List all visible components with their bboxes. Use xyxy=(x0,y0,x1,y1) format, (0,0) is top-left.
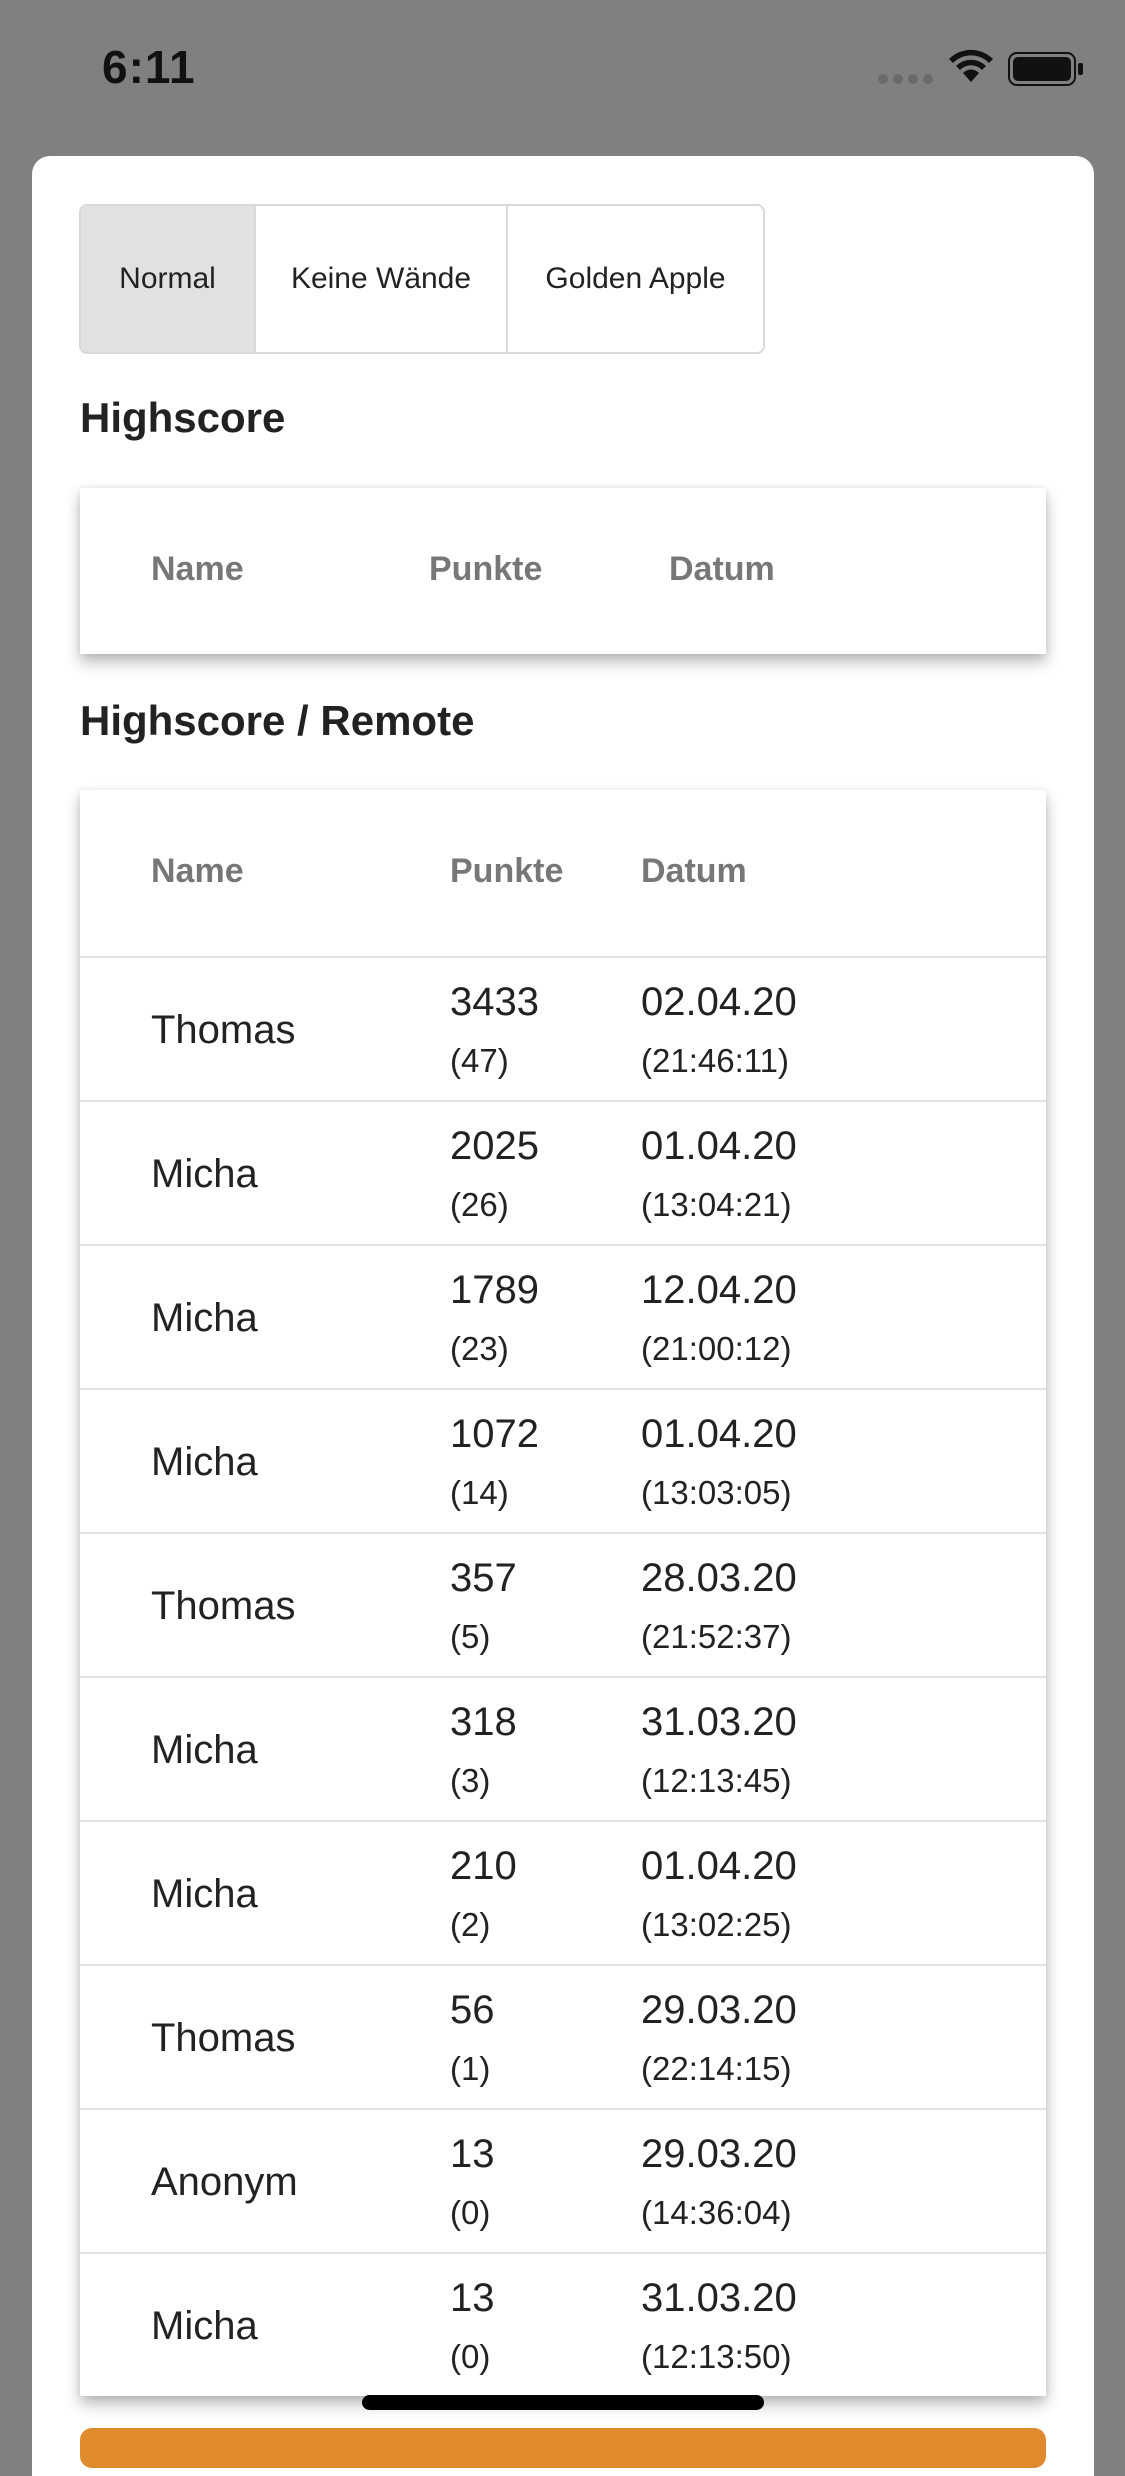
score-count: (1) xyxy=(450,2050,491,2087)
column-header-name: Name xyxy=(151,852,244,890)
mode-segmented-control: Normal Keine Wände Golden Apple xyxy=(79,204,765,354)
score-points: 318 xyxy=(450,1700,517,1744)
player-name: Thomas xyxy=(151,1008,296,1052)
score-time: (21:52:37) xyxy=(641,1618,792,1655)
highscore-sheet: Normal Keine Wände Golden Apple Highscor… xyxy=(32,156,1094,2476)
score-count: (26) xyxy=(450,1186,509,1223)
score-date: 02.04.20 xyxy=(641,980,797,1024)
table-row: Thomas 3433 (47) 02.04.20 (21:46:11) xyxy=(80,956,1046,1100)
player-name: Micha xyxy=(151,1296,258,1340)
remote-highscore-title: Highscore / Remote xyxy=(80,697,475,744)
player-name: Micha xyxy=(151,1152,258,1196)
table-row: Micha 1072 (14) 01.04.20 (13:03:05) xyxy=(80,1388,1046,1532)
score-count: (0) xyxy=(450,2194,491,2231)
score-date: 01.04.20 xyxy=(641,1412,797,1456)
player-name: Anonym xyxy=(151,2160,298,2204)
score-date: 01.04.20 xyxy=(641,1844,797,1888)
score-points: 1789 xyxy=(450,1268,539,1312)
column-header-points: Punkte xyxy=(450,852,564,890)
column-header-date: Datum xyxy=(641,852,747,890)
score-points: 13 xyxy=(450,2132,495,2176)
score-date: 29.03.20 xyxy=(641,2132,797,2176)
score-time: (22:14:15) xyxy=(641,2050,792,2087)
table-row: Micha 210 (2) 01.04.20 (13:02:25) xyxy=(80,1820,1046,1964)
score-date: 31.03.20 xyxy=(641,2276,797,2320)
score-time: (21:46:11) xyxy=(641,1042,789,1079)
score-points: 56 xyxy=(450,1988,495,2032)
home-indicator xyxy=(362,2395,764,2410)
score-points: 13 xyxy=(450,2276,495,2320)
score-date: 31.03.20 xyxy=(641,1700,797,1744)
player-name: Micha xyxy=(151,1872,258,1916)
table-row: Thomas 56 (1) 29.03.20 (22:14:15) xyxy=(80,1964,1046,2108)
table-row: Thomas 357 (5) 28.03.20 (21:52:37) xyxy=(80,1532,1046,1676)
score-time: (13:04:21) xyxy=(641,1186,792,1223)
table-row: Micha 13 (0) 31.03.20 (12:13:50) xyxy=(80,2252,1046,2396)
table-row: Anonym 13 (0) 29.03.20 (14:36:04) xyxy=(80,2108,1046,2252)
status-bar: 6:11 xyxy=(0,0,1125,140)
table-header: Name Punkte Datum xyxy=(80,488,1046,654)
score-points: 210 xyxy=(450,1844,517,1888)
status-time: 6:11 xyxy=(102,41,196,93)
column-header-points: Punkte xyxy=(429,550,543,588)
player-name: Micha xyxy=(151,2304,258,2348)
score-time: (12:13:45) xyxy=(641,1762,792,1799)
score-count: (47) xyxy=(450,1042,509,1079)
score-points: 3433 xyxy=(450,980,539,1024)
score-date: 01.04.20 xyxy=(641,1124,797,1168)
score-count: (14) xyxy=(450,1474,509,1511)
score-time: (14:36:04) xyxy=(641,2194,792,2231)
score-count: (5) xyxy=(450,1618,491,1655)
score-count: (23) xyxy=(450,1330,509,1367)
score-date: 29.03.20 xyxy=(641,1988,797,2032)
table-row: Micha 318 (3) 31.03.20 (12:13:45) xyxy=(80,1676,1046,1820)
tab-keine-waende-label: Keine Wände xyxy=(290,262,472,295)
highscore-title: Highscore xyxy=(80,394,286,441)
score-count: (2) xyxy=(450,1906,491,1943)
column-header-name: Name xyxy=(151,550,244,588)
table-header: Name Punkte Datum xyxy=(80,790,1046,956)
remote-highscore-table[interactable]: Name Punkte Datum Thomas 3433 (47) 02.04.20… xyxy=(80,790,1046,2396)
table-row: Micha 2025 (26) 01.04.20 (13:04:21) xyxy=(80,1100,1046,1244)
score-count: (0) xyxy=(450,2338,491,2375)
score-time: (13:02:25) xyxy=(641,1906,792,1943)
player-name: Micha xyxy=(151,1440,258,1484)
score-points: 1072 xyxy=(450,1412,539,1456)
table-row: Micha 1789 (23) 12.04.20 (21:00:12) xyxy=(80,1244,1046,1388)
player-name: Thomas xyxy=(151,2016,296,2060)
table-body: Thomas 3433 (47) 02.04.20 (21:46:11) Micha 202… xyxy=(80,956,1046,2396)
cellular-signal-icon xyxy=(878,74,934,84)
tab-golden-apple-label: Golden Apple xyxy=(545,262,726,295)
score-points: 357 xyxy=(450,1556,517,1600)
column-header-date: Datum xyxy=(669,550,775,588)
score-points: 2025 xyxy=(450,1124,539,1168)
battery-icon xyxy=(1008,52,1083,86)
score-date: 12.04.20 xyxy=(641,1268,797,1312)
score-time: (21:00:12) xyxy=(641,1330,792,1367)
tab-keine-waende[interactable]: Keine Wände xyxy=(254,206,506,352)
tab-normal-label: Normal xyxy=(119,262,216,295)
wifi-icon xyxy=(949,49,993,82)
tab-normal[interactable]: Normal xyxy=(81,206,254,352)
score-date: 28.03.20 xyxy=(641,1556,797,1600)
score-count: (3) xyxy=(450,1762,491,1799)
score-time: (12:13:50) xyxy=(641,2338,792,2375)
tab-golden-apple[interactable]: Golden Apple xyxy=(506,206,763,352)
player-name: Thomas xyxy=(151,1584,296,1628)
score-time: (13:03:05) xyxy=(641,1474,792,1511)
player-name: Micha xyxy=(151,1728,258,1772)
local-highscore-table: Name Punkte Datum xyxy=(80,488,1046,654)
action-button[interactable] xyxy=(80,2428,1046,2468)
